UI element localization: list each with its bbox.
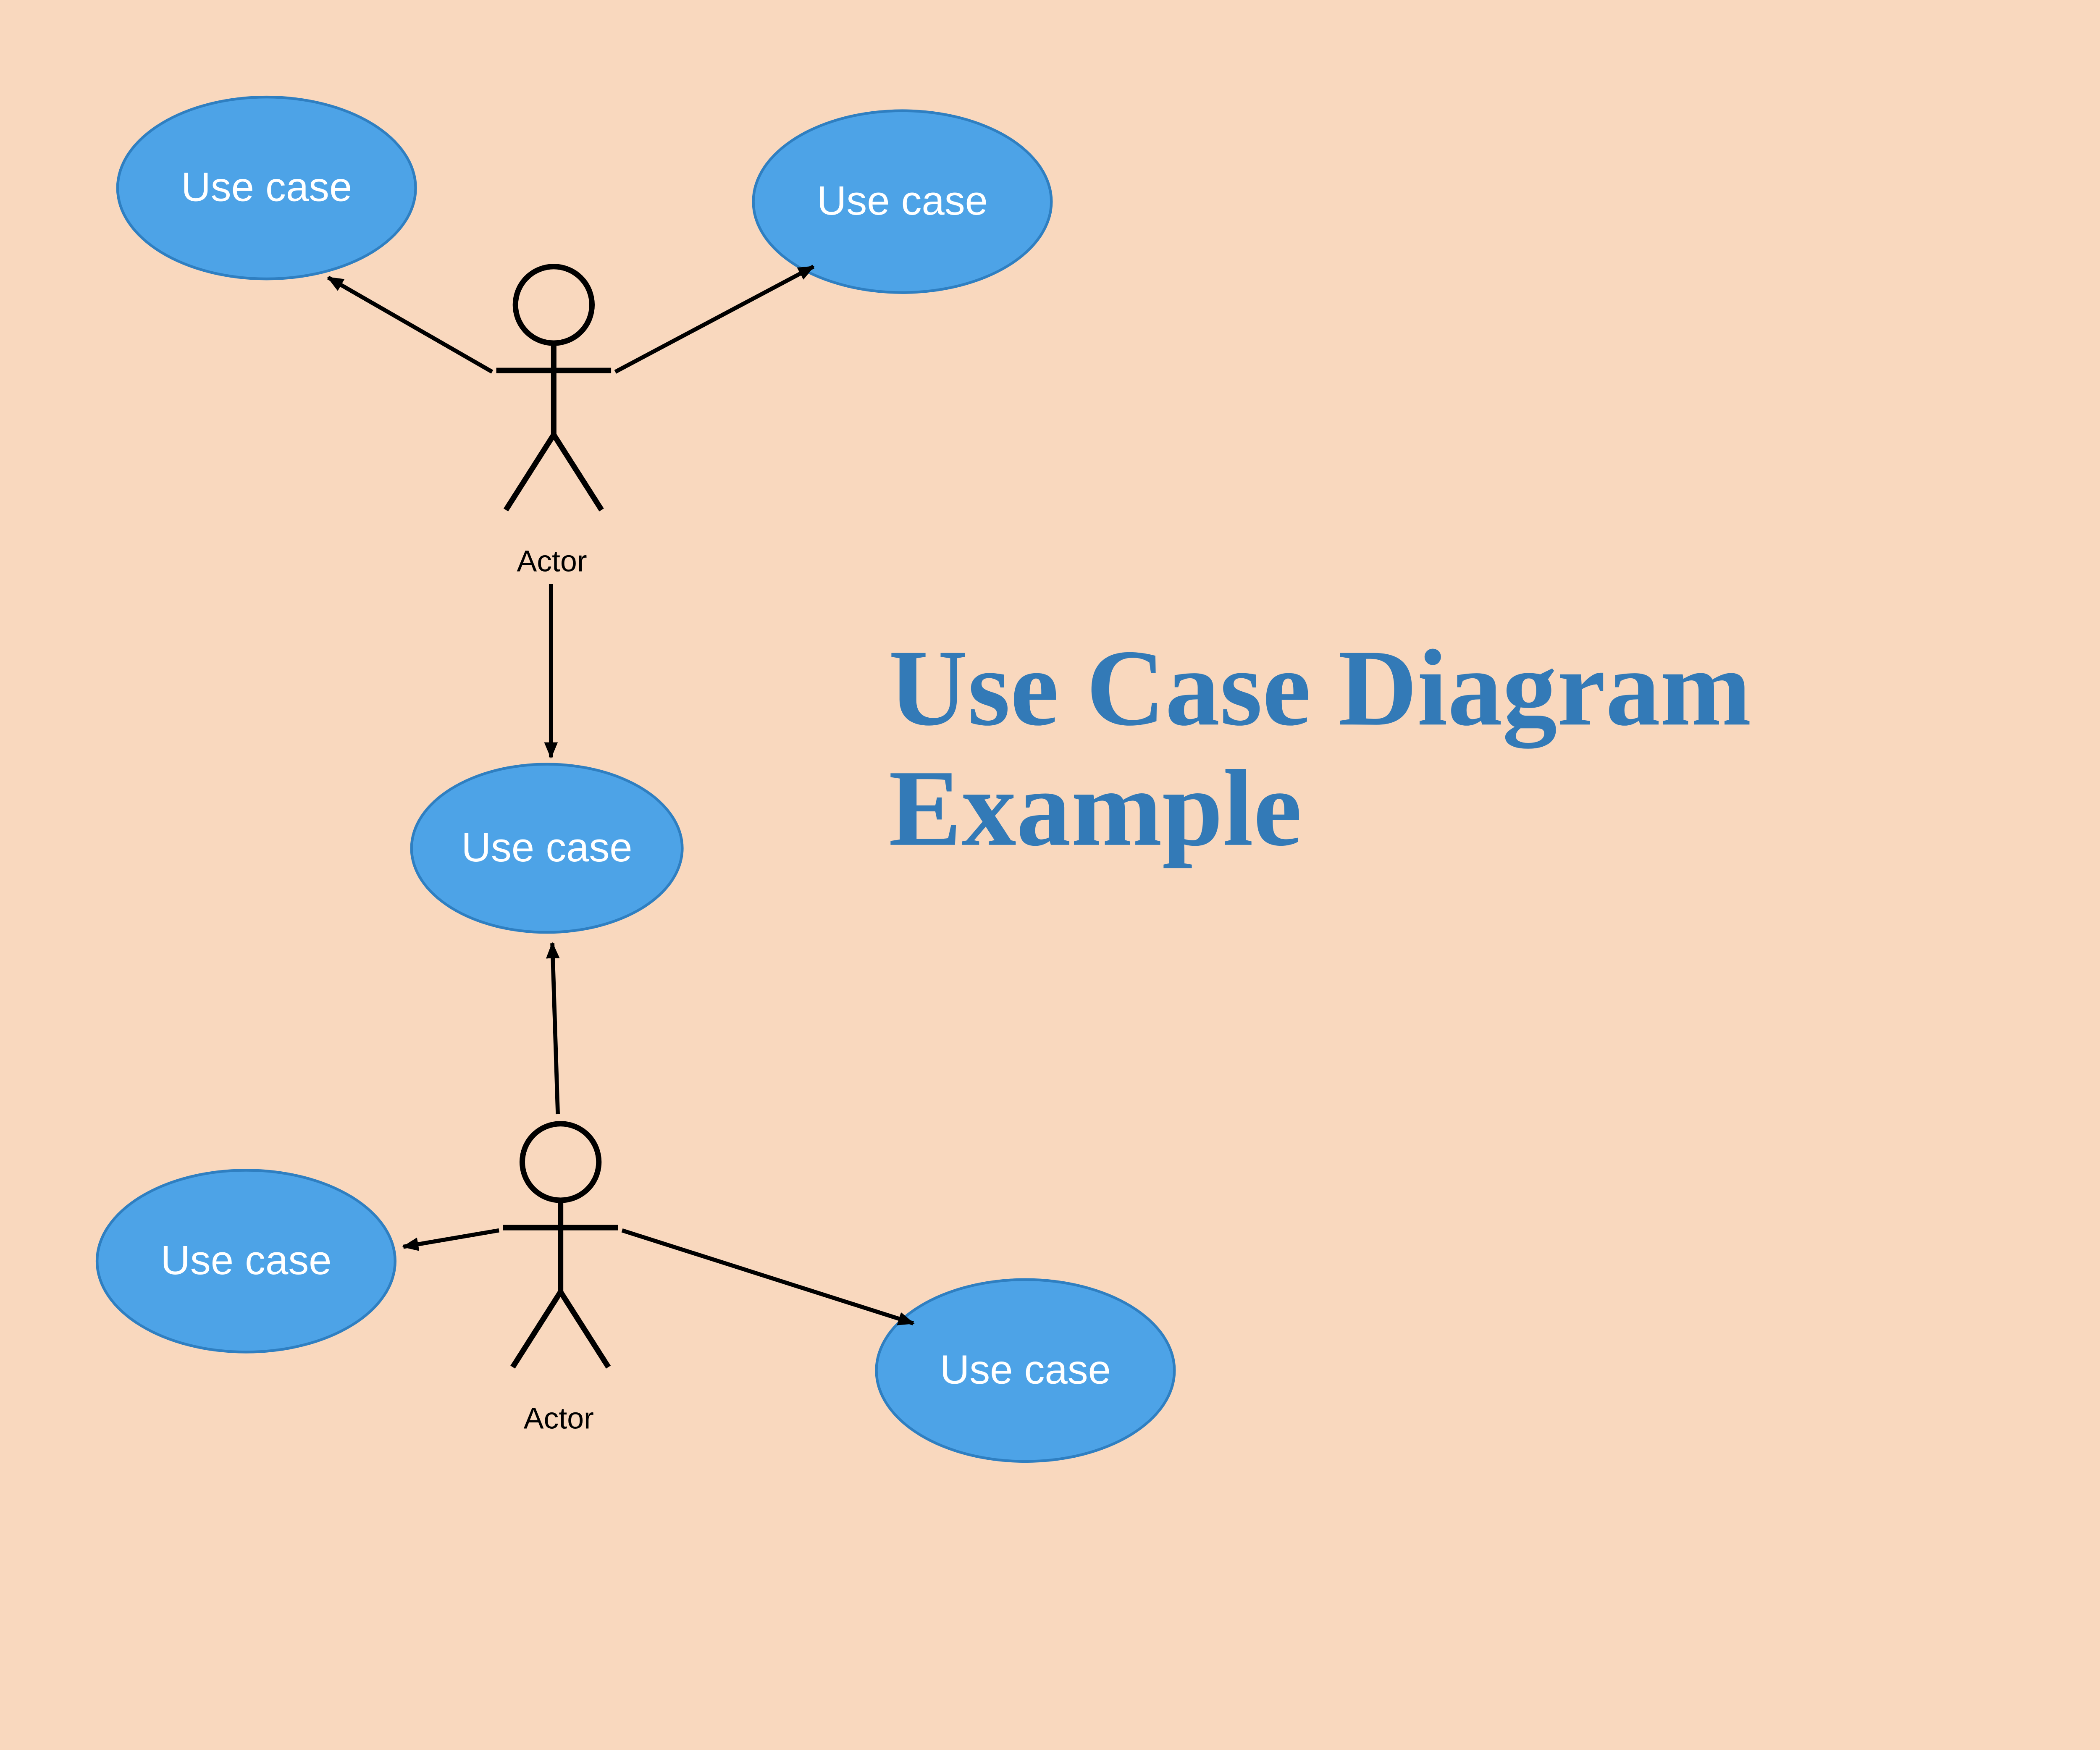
usecase-middle: Use case	[410, 763, 684, 934]
usecase-label: Use case	[181, 165, 352, 211]
actor-bottom-icon	[492, 1121, 629, 1374]
usecase-bottom-left: Use case	[96, 1169, 396, 1353]
actor-top-label: Actor	[517, 544, 587, 580]
actor-top-icon	[486, 264, 622, 517]
title-line-1: Use Case Diagram	[889, 629, 1751, 749]
usecase-label: Use case	[160, 1238, 331, 1285]
usecase-label: Use case	[817, 178, 988, 225]
arrow-actor1-to-uc2	[615, 267, 814, 372]
diagram-canvas: Use Case Diagram Example Use case Use ca…	[0, 0, 2100, 1546]
usecase-label: Use case	[940, 1347, 1111, 1394]
arrow-actor2-to-uc3	[552, 943, 558, 1114]
actor-bottom-label: Actor	[524, 1401, 594, 1437]
usecase-top-right: Use case	[752, 109, 1053, 294]
arrow-actor2-to-uc4	[403, 1231, 499, 1247]
diagram-title: Use Case Diagram Example	[889, 629, 1751, 869]
usecase-label: Use case	[462, 825, 633, 872]
arrow-actor1-to-uc1	[328, 278, 492, 372]
arrow-actor2-to-uc5	[622, 1231, 913, 1323]
title-line-2: Example	[889, 749, 1751, 869]
usecase-bottom-right: Use case	[875, 1278, 1176, 1463]
usecase-top-left: Use case	[116, 96, 417, 280]
